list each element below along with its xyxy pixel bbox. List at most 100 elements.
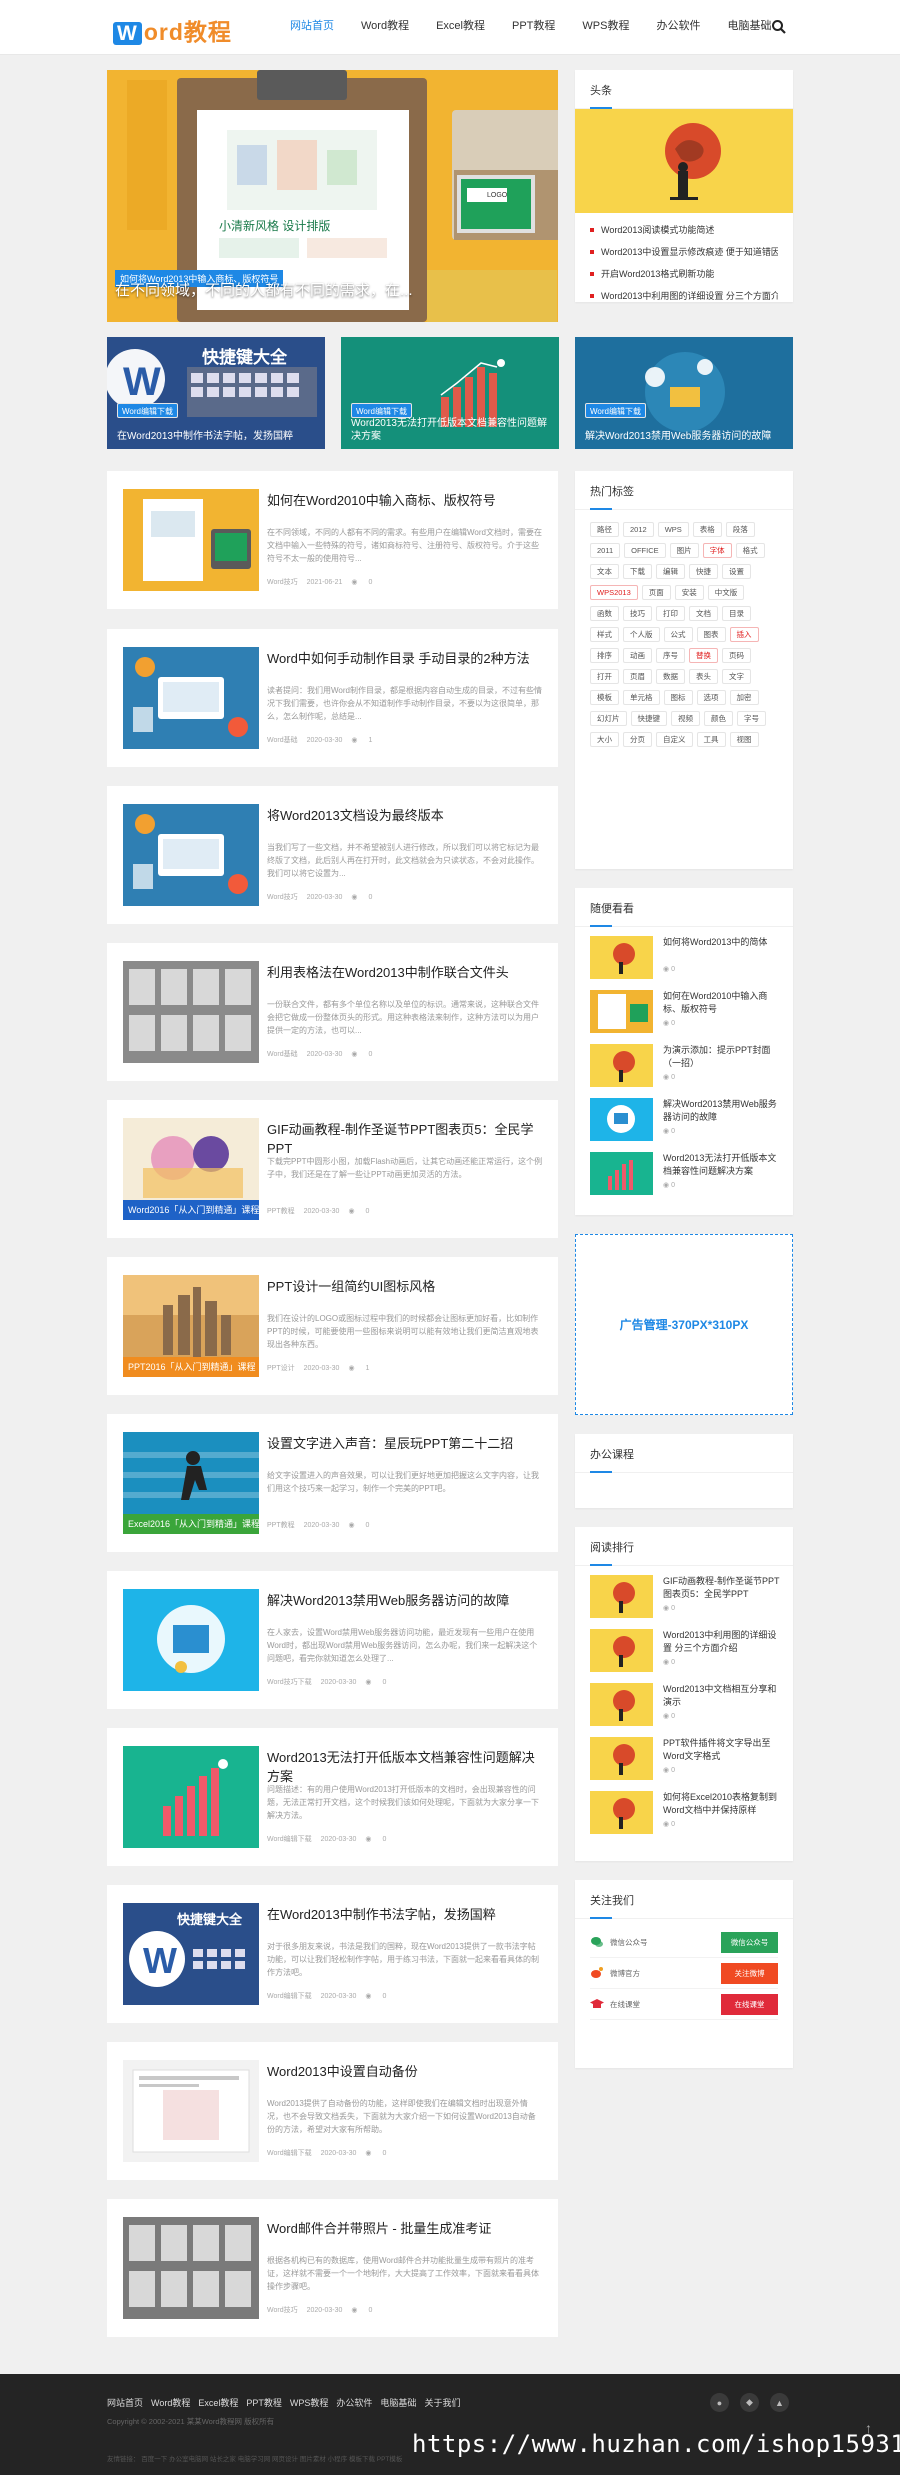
mini-card-2[interactable]: Word编辑下载 Word2013无法打开低版本文档兼容性问题解决方案 bbox=[341, 337, 559, 449]
recommend-item[interactable]: 如何在Word2010中输入商标、版权符号 ◉ 0 bbox=[590, 987, 778, 1041]
article-thumb[interactable] bbox=[123, 489, 259, 591]
mini-card-3[interactable]: Word编辑下载 解决Word2013禁用Web服务器访问的故障 bbox=[575, 337, 793, 449]
tag-item[interactable]: 选项 bbox=[696, 690, 726, 705]
article-card[interactable]: 如何在Word2010中输入商标、版权符号 在不同领域，不同的人都有不同的需求。… bbox=[107, 471, 558, 609]
footer-link[interactable]: Excel教程 bbox=[198, 2396, 238, 2409]
ranking-item[interactable]: 如何将Excel2010表格复制到Word文档中并保持原样 ◉ 0 bbox=[590, 1788, 778, 1842]
tag-item[interactable]: 样式 bbox=[590, 627, 619, 642]
nav-word[interactable]: Word教程 bbox=[361, 0, 409, 55]
tag-item[interactable]: 安装 bbox=[674, 585, 704, 600]
article-thumb[interactable]: W 快捷键大全 bbox=[123, 1903, 259, 2005]
tag-item[interactable]: 加密 bbox=[729, 690, 759, 705]
tag-item[interactable]: 页眉 bbox=[623, 669, 652, 684]
article-category[interactable]: Word基础 bbox=[267, 737, 298, 744]
featured-banner[interactable]: 小清新风格 设计排版 LOGO 如何将Word2013中输入商标、版权符号 在不… bbox=[107, 70, 558, 322]
tag-item[interactable]: 图片 bbox=[669, 543, 699, 558]
article-category[interactable]: Word技巧 bbox=[267, 579, 298, 586]
nav-ppt[interactable]: PPT教程 bbox=[512, 0, 555, 55]
tag-item[interactable]: 模板 bbox=[590, 690, 619, 705]
tag-item[interactable]: WPS bbox=[657, 522, 689, 537]
recommend-item[interactable]: 为演示添加：提示PPT封面（一招） ◉ 0 bbox=[590, 1041, 778, 1095]
article-title[interactable]: GIF动画教程-制作圣诞节PPT图表页5：全民学PPT bbox=[267, 1120, 543, 1158]
tag-item[interactable]: 替换 bbox=[689, 648, 718, 663]
tag-item[interactable]: 自定义 bbox=[656, 732, 693, 747]
ranking-title[interactable]: Word2013中利用图的详细设置 分三个方面介绍 bbox=[663, 1629, 783, 1655]
tag-item[interactable]: 幻灯片 bbox=[590, 711, 627, 726]
article-thumb[interactable] bbox=[123, 961, 259, 1063]
tag-item[interactable]: 打开 bbox=[590, 669, 619, 684]
article-thumb[interactable] bbox=[123, 1589, 259, 1691]
ranking-title[interactable]: Word2013中文档相互分享和演示 bbox=[663, 1683, 783, 1709]
article-thumb[interactable] bbox=[123, 647, 259, 749]
nav-wps[interactable]: WPS教程 bbox=[582, 0, 629, 55]
tag-item[interactable]: 动画 bbox=[623, 648, 652, 663]
tag-item[interactable]: 函数 bbox=[590, 606, 619, 621]
article-category[interactable]: Word技巧下载 bbox=[267, 1679, 312, 1686]
tag-item[interactable]: 视图 bbox=[729, 732, 759, 747]
ranking-item[interactable]: GIF动画教程-制作圣诞节PPT图表页5：全民学PPT ◉ 0 bbox=[590, 1572, 780, 1626]
tag-item[interactable]: 图标 bbox=[663, 690, 693, 705]
tag-item[interactable]: 字体 bbox=[702, 543, 732, 558]
tag-item[interactable]: 2011 bbox=[590, 543, 621, 558]
wechat-footer-icon[interactable]: ● bbox=[710, 2393, 729, 2412]
article-title[interactable]: Word中如何手动制作目录 手动目录的2种方法 bbox=[267, 649, 543, 668]
tag-item[interactable]: 2012 bbox=[623, 522, 654, 537]
article-card[interactable]: 将Word2013文档设为最终版本 当我们写了一些文档，并不希望被别人进行修改，… bbox=[107, 786, 558, 924]
headline-item[interactable]: 开启Word2013格式刷新功能 bbox=[590, 263, 778, 285]
tag-item[interactable]: 排序 bbox=[590, 648, 619, 663]
article-title[interactable]: PPT设计一组简约UI图标风格 bbox=[267, 1277, 543, 1296]
headline-item[interactable]: Word2013阅读模式功能简述 bbox=[590, 219, 778, 241]
article-category[interactable]: Word编辑下载 bbox=[267, 2150, 312, 2157]
footer-link[interactable]: 电脑基础 bbox=[380, 2396, 416, 2409]
site-logo[interactable]: Word教程 bbox=[113, 13, 232, 47]
class-button[interactable]: 在线课堂 bbox=[721, 1993, 778, 2015]
tag-item[interactable]: 打印 bbox=[656, 606, 685, 621]
footer-link[interactable]: WPS教程 bbox=[290, 2396, 329, 2409]
footer-link[interactable]: Word教程 bbox=[151, 2396, 190, 2409]
tag-item[interactable]: 单元格 bbox=[623, 690, 660, 705]
tag-item[interactable]: 快捷 bbox=[689, 564, 718, 579]
search-icon[interactable] bbox=[771, 19, 787, 35]
nav-home[interactable]: 网站首页 bbox=[290, 0, 334, 55]
article-thumb[interactable] bbox=[123, 1746, 259, 1848]
article-thumb[interactable]: Excel2016「从入门到精通」课程 bbox=[123, 1432, 259, 1534]
article-thumb[interactable]: PPT2016「从入门到精通」课程 bbox=[123, 1275, 259, 1377]
tag-item[interactable]: 表头 bbox=[689, 669, 718, 684]
article-category[interactable]: Word技巧 bbox=[267, 894, 298, 901]
article-thumb[interactable] bbox=[123, 804, 259, 906]
article-title[interactable]: Word邮件合并带照片 - 批量生成准考证 bbox=[267, 2219, 543, 2238]
article-thumb[interactable] bbox=[123, 2217, 259, 2319]
article-title[interactable]: 将Word2013文档设为最终版本 bbox=[267, 806, 543, 825]
tag-item[interactable]: 段落 bbox=[725, 522, 755, 537]
footer-link[interactable]: PPT教程 bbox=[246, 2396, 282, 2409]
headline-image[interactable] bbox=[575, 109, 793, 213]
nav-computer[interactable]: 电脑基础 bbox=[727, 0, 771, 55]
tag-item[interactable]: OFFICE bbox=[624, 543, 666, 558]
tag-item[interactable]: WPS2013 bbox=[590, 585, 638, 600]
article-card[interactable]: Word2013无法打开低版本文档兼容性问题解决方案 问题描述：有的用户使用Wo… bbox=[107, 1728, 558, 1866]
article-card[interactable]: Word2016「从入门到精通」课程 GIF动画教程-制作圣诞节PPT图表页5：… bbox=[107, 1100, 558, 1238]
ranking-item[interactable]: PPT软件插件将文字导出至Word文字格式 ◉ 0 bbox=[590, 1734, 778, 1788]
article-card[interactable]: 利用表格法在Word2013中制作联合文件头 一份联合文件，都有多个单位名称以及… bbox=[107, 943, 558, 1081]
weibo-button[interactable]: 关注微博 bbox=[721, 1962, 778, 1984]
article-card[interactable]: Excel2016「从入门到精通」课程 设置文字进入声音：星辰玩PPT第二十二招… bbox=[107, 1414, 558, 1552]
tag-item[interactable]: 文字 bbox=[722, 669, 751, 684]
footer-link[interactable]: 网站首页 bbox=[107, 2396, 143, 2409]
tag-item[interactable]: 公式 bbox=[663, 627, 693, 642]
tag-item[interactable]: 文档 bbox=[689, 606, 718, 621]
recommend-title[interactable]: 解决Word2013禁用Web服务器访问的故障 bbox=[663, 1098, 783, 1124]
tag-item[interactable]: 表格 bbox=[692, 522, 722, 537]
recommend-item[interactable]: 如何将Word2013中的简体 ◉ 0 bbox=[590, 933, 778, 987]
tag-item[interactable]: 序号 bbox=[656, 648, 685, 663]
tag-item[interactable]: 设置 bbox=[722, 564, 751, 579]
graduation-cap-footer-icon[interactable]: ▲ bbox=[770, 2393, 789, 2412]
article-thumb[interactable]: Word2016「从入门到精通」课程 bbox=[123, 1118, 259, 1220]
tag-item[interactable]: 字号 bbox=[737, 711, 766, 726]
article-card[interactable]: Word中如何手动制作目录 手动目录的2种方法 读者提问：我们用Word制作目录… bbox=[107, 629, 558, 767]
article-title[interactable]: Word2013中设置自动备份 bbox=[267, 2062, 543, 2081]
article-category[interactable]: PPT教程 bbox=[267, 1522, 295, 1529]
tag-item[interactable]: 格式 bbox=[735, 543, 765, 558]
article-card[interactable]: Word2013中设置自动备份 Word2013提供了自动备份的功能，这样即使我… bbox=[107, 2042, 558, 2180]
nav-excel[interactable]: Excel教程 bbox=[436, 0, 485, 55]
tag-item[interactable]: 图表 bbox=[696, 627, 726, 642]
